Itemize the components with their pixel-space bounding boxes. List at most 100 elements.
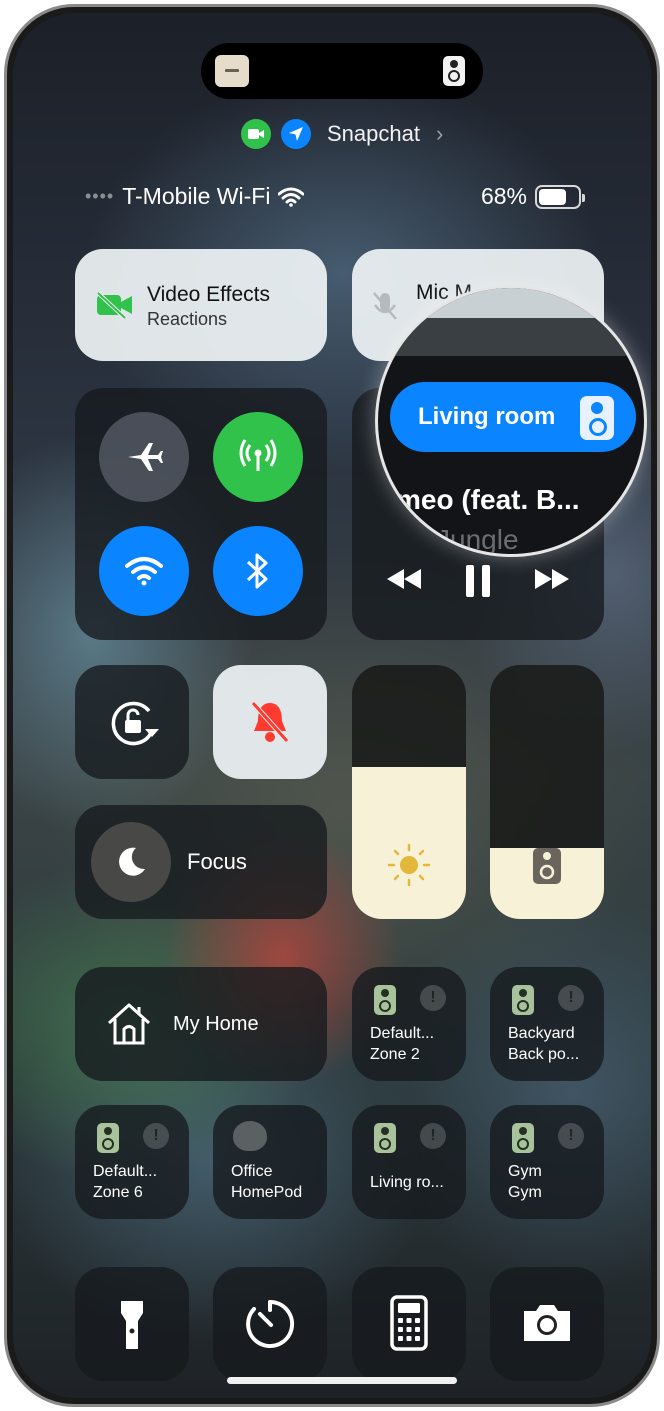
privacy-indicator[interactable]: Snapchat › (241, 117, 443, 151)
cellular-antenna-icon (239, 439, 277, 471)
video-effects-tile[interactable]: Video Effects Reactions (75, 249, 327, 361)
home-indicator[interactable] (227, 1377, 457, 1384)
video-effects-title: Video Effects (147, 283, 270, 306)
wifi-toggle[interactable] (99, 526, 189, 616)
control-center: Snapchat › •••• T-Mobile Wi-Fi 68% Video… (13, 13, 651, 1398)
alert-icon: ! (558, 985, 584, 1011)
flashlight-button[interactable] (75, 1267, 189, 1381)
volume-slider[interactable] (490, 665, 604, 919)
speaker-icon (512, 985, 534, 1015)
next-track-button[interactable] (532, 566, 572, 597)
dynamic-island[interactable] (201, 43, 483, 99)
speaker-icon (512, 1123, 534, 1153)
accessory-room: Zone 6 (93, 1184, 143, 1201)
speaker-icon (533, 848, 561, 884)
alert-icon: ! (420, 985, 446, 1011)
accessory-label: Default... Zone 6 (93, 1161, 157, 1203)
accessory-tile[interactable]: ! Gym Gym (490, 1105, 604, 1219)
accessory-tile[interactable]: Office HomePod (213, 1105, 327, 1219)
battery-percent: 68% (480, 183, 527, 209)
speaker-icon (374, 1123, 396, 1153)
cellular-data-toggle[interactable] (213, 412, 303, 502)
flashlight-icon (121, 1301, 143, 1349)
phone-frame: Snapchat › •••• T-Mobile Wi-Fi 68% Video… (4, 4, 660, 1407)
accessory-label: Office HomePod (231, 1161, 302, 1203)
accessory-name: Default... (370, 1025, 435, 1042)
battery-fill (539, 188, 567, 205)
accessory-room: HomePod (231, 1184, 303, 1201)
accessory-room: Zone 2 (370, 1046, 420, 1063)
video-off-icon (96, 291, 132, 319)
sun-icon (387, 843, 431, 887)
speaker-icon (443, 56, 465, 86)
video-effects-subtitle: Reactions (147, 309, 228, 329)
airplane-icon (128, 443, 163, 471)
bluetooth-toggle[interactable] (213, 526, 303, 616)
audio-output-label: Living room (418, 403, 556, 430)
accessory-name: Backyard (508, 1025, 575, 1042)
previous-track-button[interactable] (384, 566, 424, 597)
accessory-label: Living ro... (370, 1172, 444, 1193)
timer-icon (246, 1299, 295, 1348)
alert-icon: ! (143, 1123, 169, 1149)
wifi-icon (125, 557, 163, 586)
alert-icon: ! (558, 1123, 584, 1149)
forward-icon (535, 569, 569, 589)
magnifier-callout: Living room meo (feat. B... Jungle (375, 285, 647, 557)
home-tile[interactable]: My Home (75, 967, 327, 1081)
bell-slash-icon (251, 701, 289, 743)
airplane-mode-toggle[interactable] (99, 412, 189, 502)
song-title: meo (feat. B... (396, 484, 580, 515)
accessory-tile[interactable]: ! Default... Zone 2 (352, 967, 466, 1081)
brightness-slider[interactable] (352, 665, 466, 919)
audio-output-button[interactable]: Living room (390, 382, 636, 452)
album-art-thumbnail (215, 55, 249, 87)
homepod-icon (233, 1121, 267, 1151)
rotation-lock-toggle[interactable] (75, 665, 189, 779)
alert-icon: ! (420, 1123, 446, 1149)
focus-label: Focus (187, 849, 247, 874)
pause-button[interactable] (464, 564, 492, 603)
accessory-name: Office (231, 1163, 273, 1180)
backward-icon (387, 569, 421, 589)
location-arrow-icon (281, 119, 311, 149)
accessory-room: Gym (508, 1184, 542, 1201)
moon-icon (91, 822, 171, 902)
speaker-icon (97, 1123, 119, 1153)
status-carrier: •••• T-Mobile Wi-Fi (85, 183, 305, 210)
house-icon (107, 1003, 151, 1045)
chevron-right-icon: › (435, 121, 444, 146)
calculator-button[interactable] (352, 1267, 466, 1381)
focus-tile[interactable]: Focus (75, 805, 327, 919)
speaker-icon (580, 396, 614, 440)
accessory-label: Backyard Back po... (508, 1023, 579, 1065)
accessory-name: Default... (93, 1163, 158, 1180)
accessory-name: Gym (508, 1163, 542, 1180)
song-artist: Jungle (436, 524, 519, 555)
accessory-room: Back po... (508, 1046, 580, 1063)
accessory-tile[interactable]: ! Living ro... (352, 1105, 466, 1219)
camera-icon (524, 1305, 570, 1341)
calculator-icon (390, 1295, 428, 1351)
magnified-tile-edge (378, 318, 644, 356)
home-label: My Home (173, 1013, 259, 1035)
accessory-tile[interactable]: ! Backyard Back po... (490, 967, 604, 1081)
accessory-label: Default... Zone 2 (370, 1023, 434, 1065)
wifi-icon (278, 187, 305, 207)
video-icon (241, 119, 271, 149)
privacy-app-label: Snapchat (327, 121, 420, 146)
speaker-icon (374, 985, 396, 1015)
accessory-label: Gym Gym (508, 1161, 542, 1203)
connectivity-tile (75, 388, 327, 640)
bluetooth-icon (246, 553, 268, 589)
accessory-tile[interactable]: ! Default... Zone 6 (75, 1105, 189, 1219)
rotation-lock-icon (111, 701, 159, 746)
accessory-name: Living ro... (370, 1174, 444, 1191)
pause-icon (466, 565, 490, 597)
silent-mode-toggle[interactable] (213, 665, 327, 779)
status-battery: 68% (480, 183, 585, 210)
camera-button[interactable] (490, 1267, 604, 1381)
cellular-signal-icon: •••• (85, 186, 115, 206)
carrier-label: T-Mobile Wi-Fi (122, 183, 271, 209)
timer-button[interactable] (213, 1267, 327, 1381)
